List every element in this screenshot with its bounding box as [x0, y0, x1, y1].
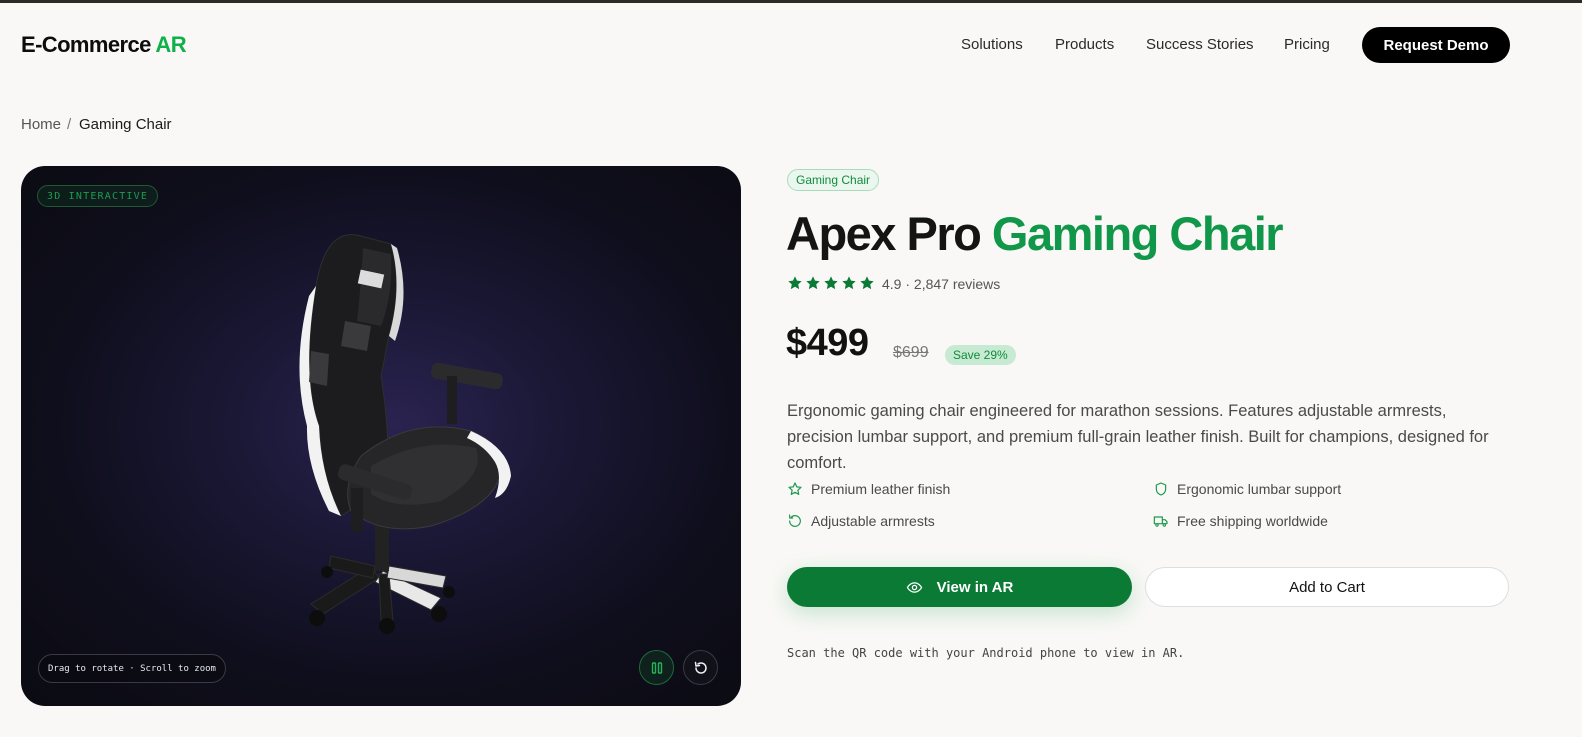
feature-shipping: Free shipping worldwide [1153, 513, 1328, 529]
logo-main: E-Commerce [21, 32, 151, 57]
nav-products[interactable]: Products [1055, 36, 1114, 53]
feature-label: Premium leather finish [811, 481, 951, 497]
pause-icon [651, 661, 662, 674]
top-border [0, 0, 1582, 3]
feature-label: Free shipping worldwide [1177, 513, 1328, 529]
eye-icon [906, 581, 922, 593]
star-icon [860, 276, 874, 290]
logo[interactable]: E-Commerce AR [21, 32, 187, 58]
star-icon [788, 482, 802, 495]
product-3d-viewer[interactable]: 3D INTERACTIVE Drag to rotate · Scroll t… [21, 166, 741, 706]
gaming-chair-model[interactable] [271, 226, 521, 636]
reset-icon [694, 661, 707, 674]
star-icon [788, 276, 802, 290]
viewer-hint: Drag to rotate · Scroll to zoom [38, 654, 226, 683]
feature-label: Adjustable armrests [811, 513, 935, 529]
save-badge: Save 29% [945, 345, 1016, 365]
title-accent: Gaming Chair [991, 207, 1284, 260]
breadcrumb-home[interactable]: Home [21, 116, 61, 133]
pause-button[interactable] [639, 650, 674, 685]
rating-text: 4.9 · 2,847 reviews [882, 276, 1001, 292]
product-title: Apex Pro Gaming Chair [786, 206, 1284, 261]
nav-solutions[interactable]: Solutions [961, 36, 1023, 53]
breadcrumb-separator: / [67, 116, 72, 133]
star-icon [824, 276, 838, 290]
feature-armrests: Adjustable armrests [787, 513, 935, 529]
title-main: Apex Pro [786, 207, 982, 260]
3d-interactive-badge: 3D INTERACTIVE [37, 185, 159, 207]
old-price: $699 [893, 344, 929, 361]
ar-button-label: View in AR [936, 578, 1014, 596]
nav-success-stories[interactable]: Success Stories [1146, 36, 1254, 53]
logo-accent: AR [155, 32, 186, 57]
product-description: Ergonomic gaming chair engineered for ma… [787, 402, 1489, 472]
rotate-icon [789, 514, 801, 527]
feature-label: Ergonomic lumbar support [1177, 481, 1342, 497]
add-to-cart-button[interactable]: Add to Cart [1145, 567, 1509, 607]
category-badge: Gaming Chair [787, 169, 880, 191]
ar-qr-note: Scan the QR code with your Android phone… [787, 646, 1185, 660]
reset-view-button[interactable] [683, 650, 718, 685]
truck-icon [1153, 516, 1168, 527]
nav-pricing[interactable]: Pricing [1284, 36, 1330, 53]
star-rating [787, 275, 875, 291]
feature-lumbar: Ergonomic lumbar support [1153, 481, 1341, 497]
request-demo-button[interactable]: Request Demo [1362, 27, 1510, 63]
star-icon [806, 276, 820, 290]
shield-icon [1155, 482, 1167, 496]
view-in-ar-button[interactable]: View in AR [787, 567, 1132, 607]
star-icon [842, 276, 856, 290]
feature-leather: Premium leather finish [787, 481, 950, 497]
breadcrumb-current: Gaming Chair [79, 116, 172, 133]
price: $499 [786, 322, 869, 364]
